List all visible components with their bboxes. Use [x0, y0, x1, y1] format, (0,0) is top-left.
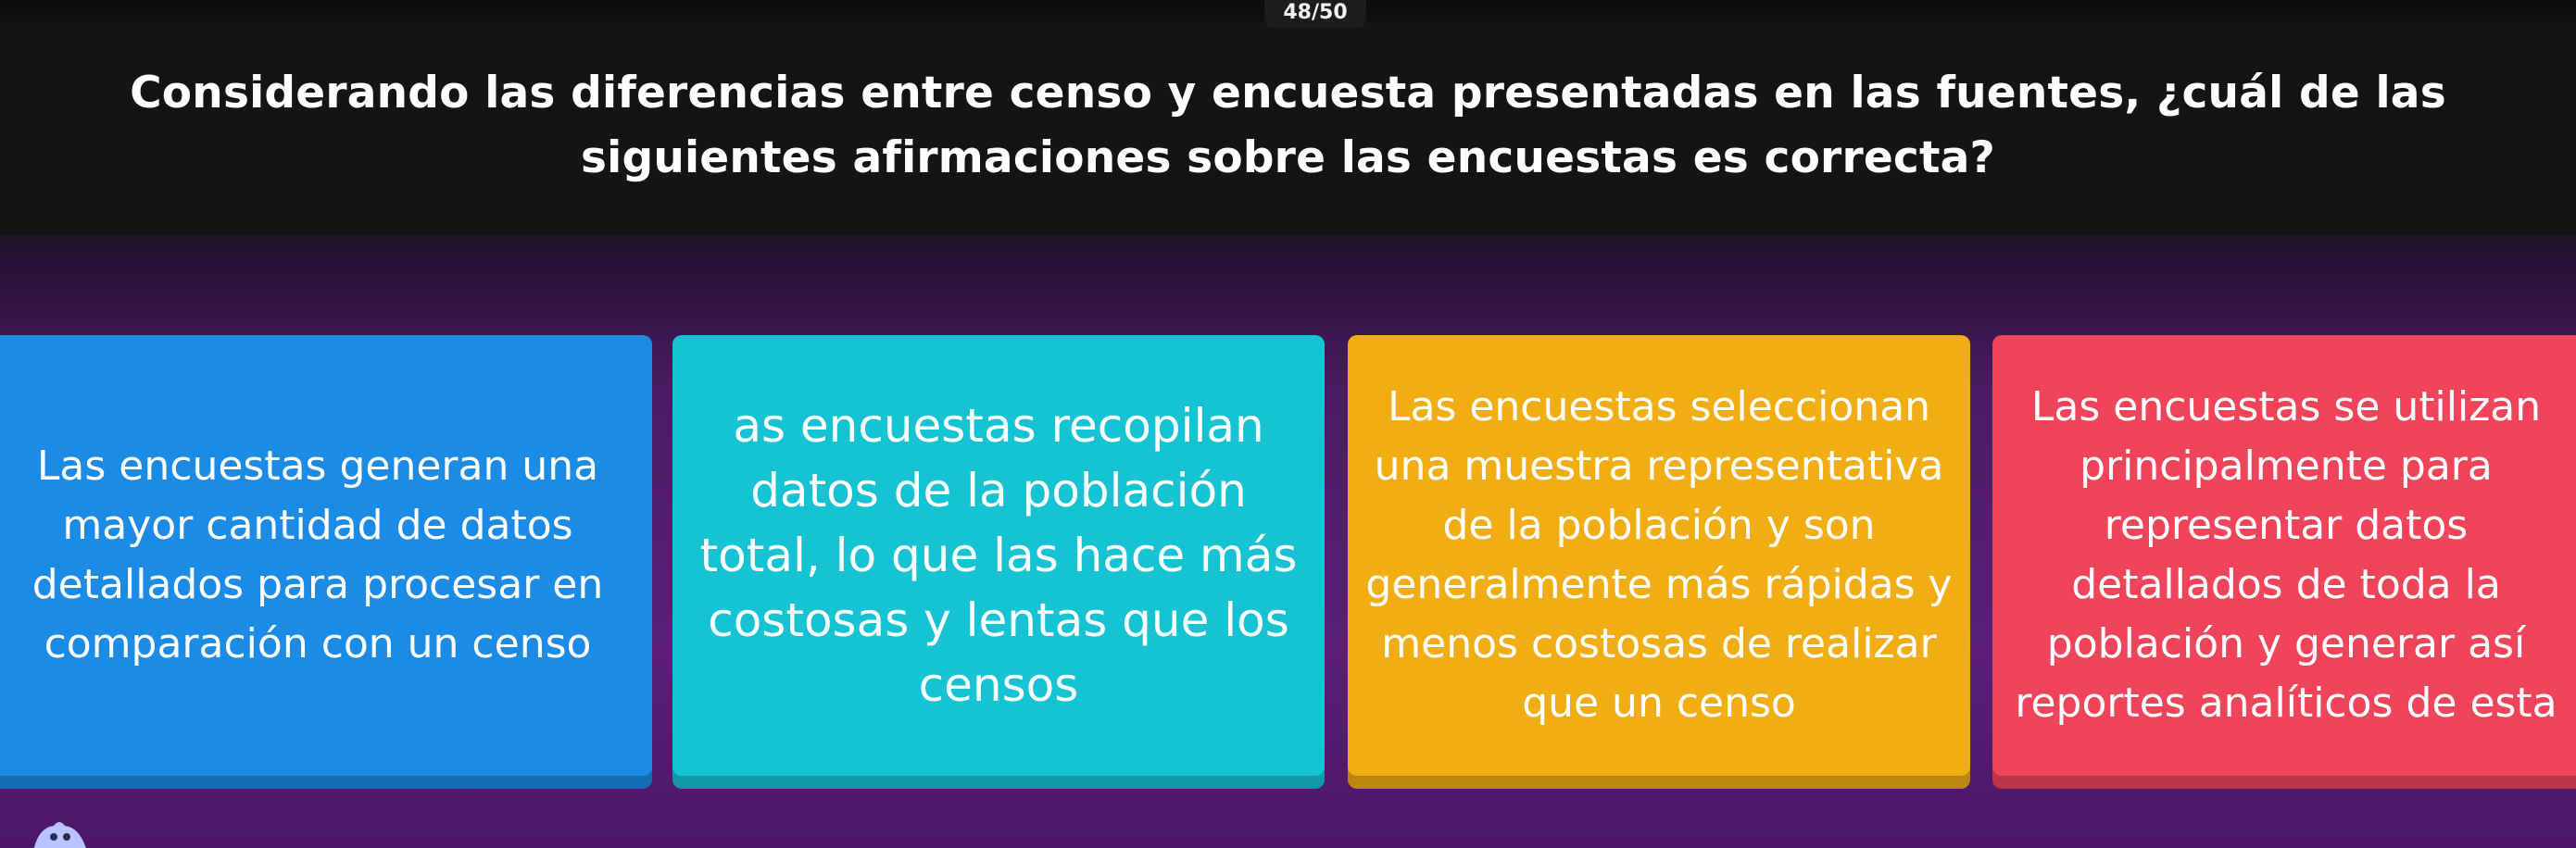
mascot-icon	[33, 822, 86, 848]
question-counter: 48/50	[1264, 0, 1366, 28]
quiz-screen: 48/50 Considerando las diferencias entre…	[0, 0, 2576, 848]
answer-option-4-text: Las encuestas se utilizan principalmente…	[2015, 383, 2557, 727]
answer-option-3[interactable]: Las encuestas seleccionan una muestra re…	[1348, 335, 1970, 789]
answer-option-3-text: Las encuestas seleccionan una muestra re…	[1365, 383, 1953, 727]
answer-option-2[interactable]: as encuestas recopilan datos de la pobla…	[672, 335, 1325, 789]
question-text: Considerando las diferencias entre censo…	[130, 68, 2446, 183]
answer-option-4[interactable]: Las encuestas se utilizan principalmente…	[1992, 335, 2576, 789]
answer-option-1-text: Las encuestas generan una mayor cantidad…	[31, 443, 604, 667]
answer-option-2-text: as encuestas recopilan datos de la pobla…	[699, 399, 1298, 712]
answer-option-1[interactable]: Las encuestas generan una mayor cantidad…	[0, 335, 652, 789]
